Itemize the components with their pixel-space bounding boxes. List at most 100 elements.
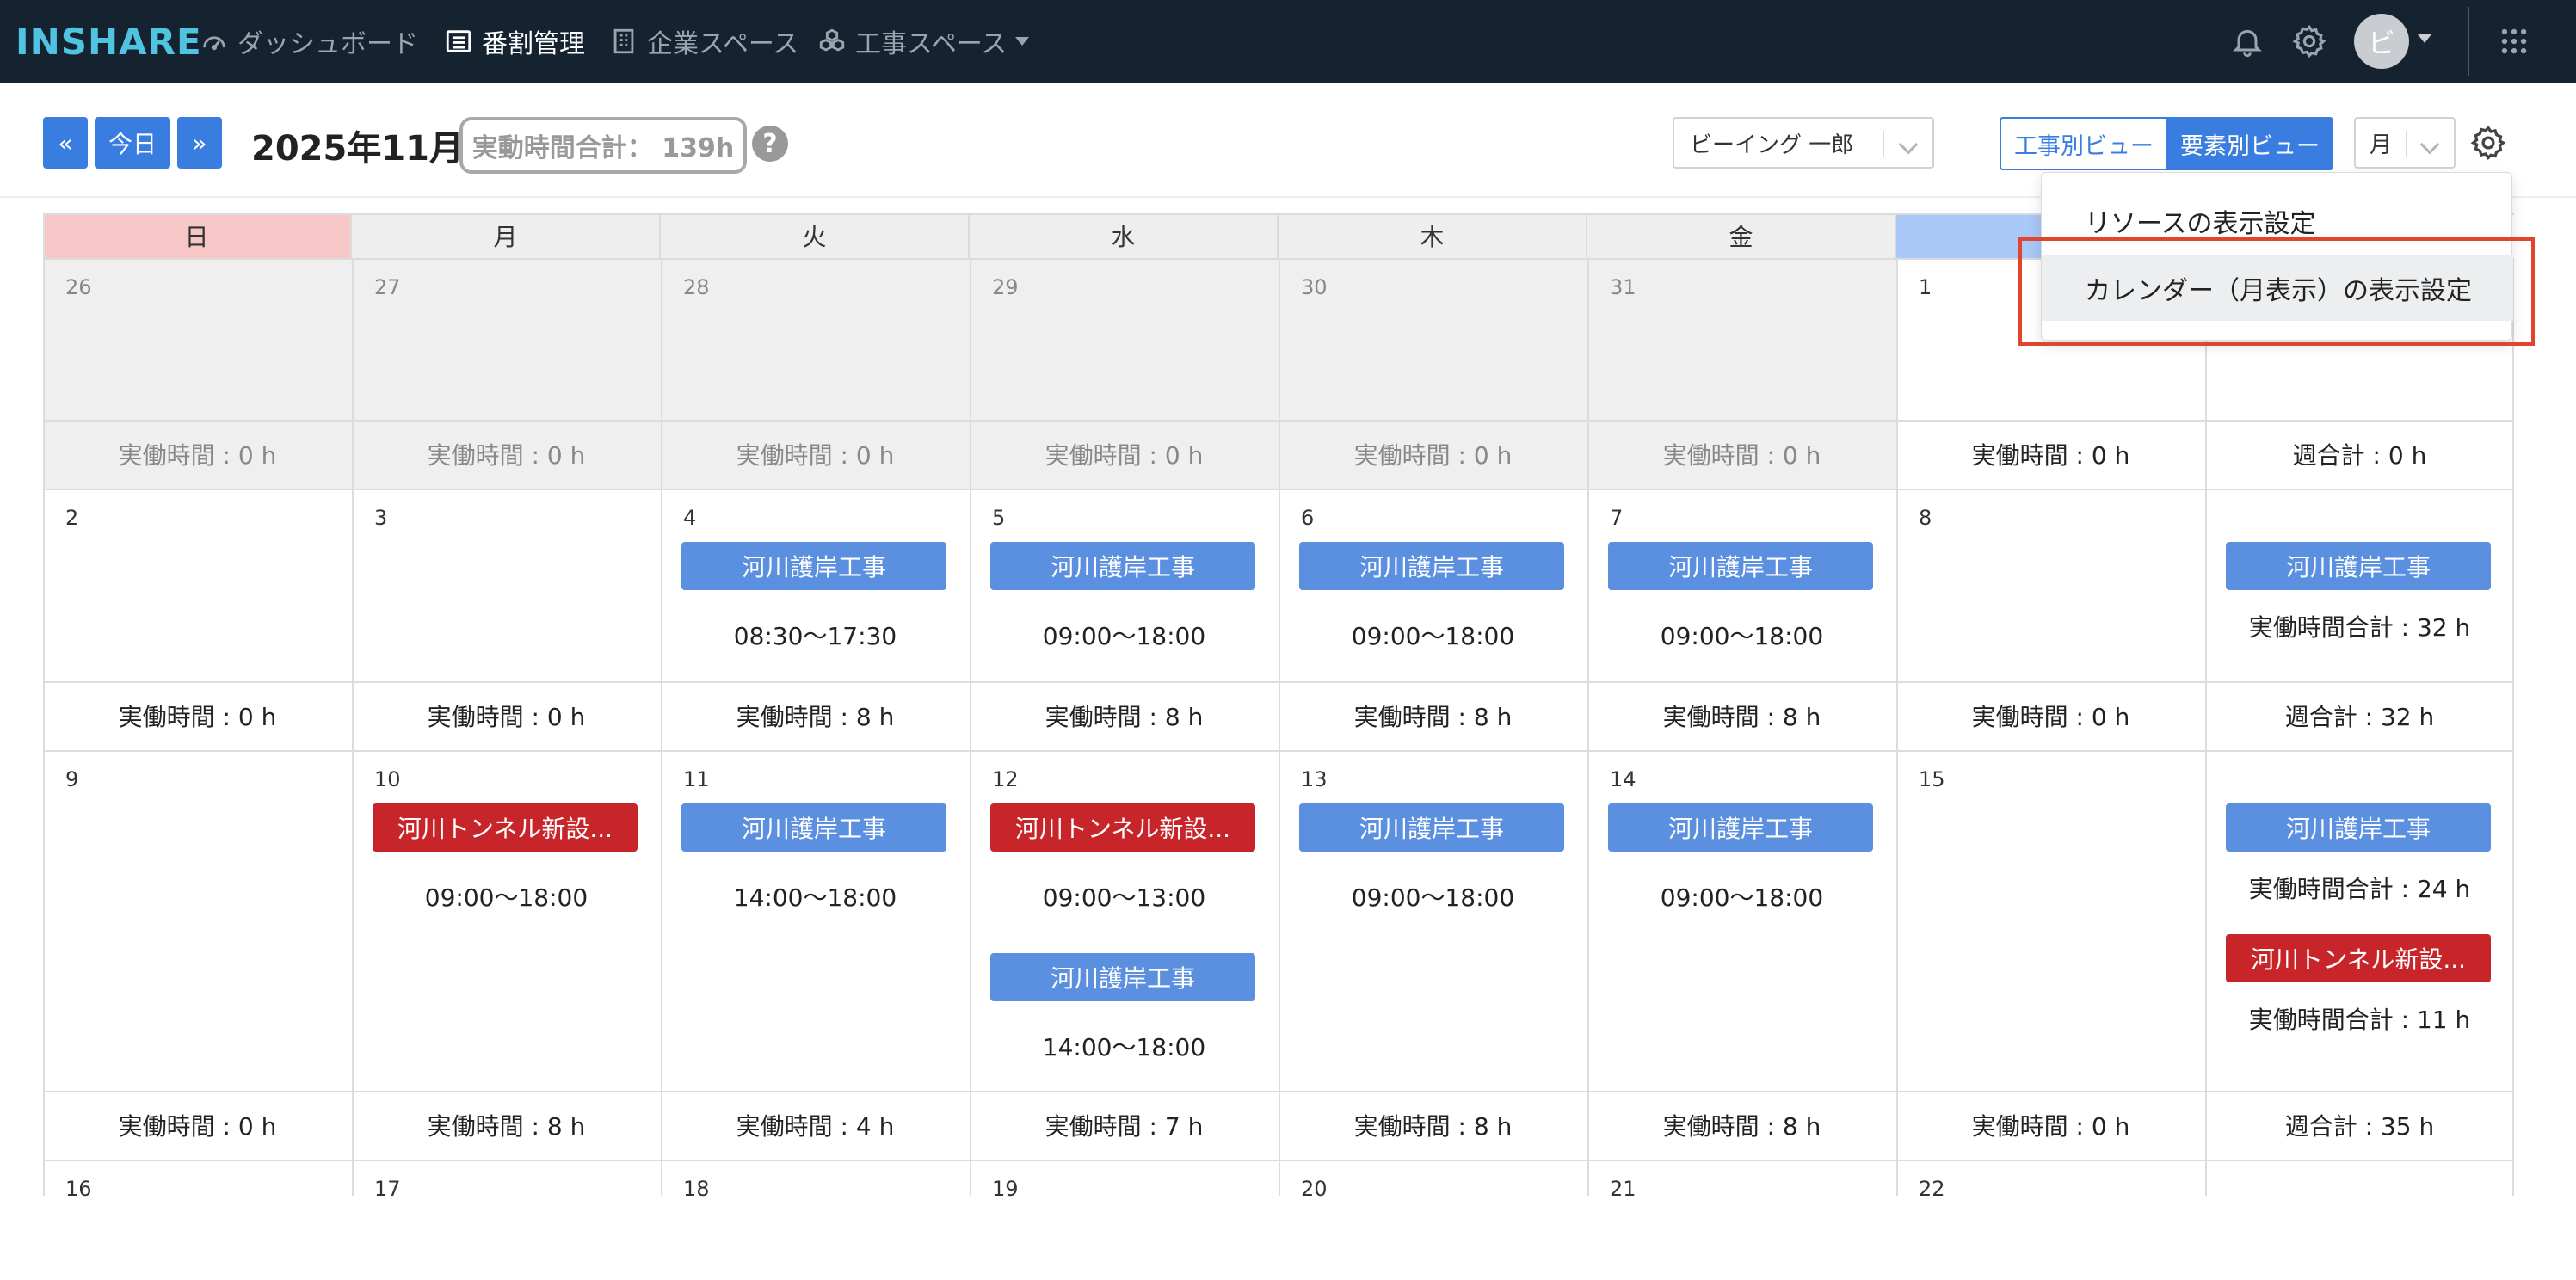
day-cell[interactable]: 10 河川トンネル新設... 09:00〜18:00 [352,750,661,1091]
event-block[interactable]: 河川護岸工事 [1299,803,1564,852]
day-cell[interactable]: 5 河川護岸工事 09:00〜18:00 [970,489,1279,681]
daily-hours-summary: 実働時間 : 0 h [352,420,661,489]
daily-hours-summary: 実働時間 : 7 h [1045,1112,1204,1141]
top-nav: INSHARE ダッシュボード 番割管理 企業スペース 工事スペース ビ [0,0,2576,83]
day-number: 29 [992,275,1019,299]
day-cell[interactable]: 14 河川護岸工事 09:00〜18:00 [1587,750,1896,1091]
prev-month-button[interactable]: « [43,117,88,169]
event-time: 09:00〜18:00 [424,883,589,912]
today-button[interactable]: 今日 [95,117,170,169]
event-block[interactable]: 河川護岸工事 [2226,803,2491,852]
day-cell[interactable]: 2 [43,489,352,681]
grid-line [970,258,971,1196]
week-total-summary: 週合計 : 35 h [2284,1112,2435,1141]
day-cell[interactable]: 19 [970,1160,1279,1280]
event-block[interactable]: 河川護岸工事 [681,803,946,852]
day-cell[interactable]: 17 [352,1160,661,1280]
day-cell[interactable]: 9 [43,750,352,1091]
grid-line [352,258,354,1196]
day-number: 11 [683,767,710,791]
event-block[interactable]: 河川護岸工事 [2226,542,2491,590]
settings-gear-icon[interactable] [2289,21,2330,62]
day-cell[interactable]: 16 [43,1160,352,1280]
daily-hours-summary: 実働時間 : 0 h [1587,420,1896,489]
event-block[interactable]: 河川護岸工事 [681,542,946,590]
event-block[interactable]: 河川トンネル新設... [2226,934,2491,982]
daily-hours-summary: 実働時間 : 0 h [661,420,970,489]
daily-hours-summary: 実働時間 : 0 h [118,1112,277,1141]
day-number: 26 [65,275,92,299]
nav-company-space-label: 企業スペース [647,29,799,59]
daily-hours-summary: 実働時間 : 0 h [43,420,352,489]
day-cell[interactable]: 13 河川護岸工事 09:00〜18:00 [1279,750,1587,1091]
day-cell[interactable]: 11 河川護岸工事 14:00〜18:00 [661,750,970,1091]
chevron-down-icon [1015,37,1030,46]
day-number: 31 [1610,275,1636,299]
day-cell[interactable]: 15 [1896,750,2205,1091]
day-cell[interactable]: 21 [1587,1160,1896,1280]
nav-company-space[interactable]: 企業スペース [609,19,798,64]
daily-hours-summary: 実働時間 : 8 h [1662,1112,1821,1141]
day-number: 10 [374,767,401,791]
weekday-header: 日 [43,213,352,258]
event-block[interactable]: 河川護岸工事 [1299,542,1564,590]
day-number: 7 [1610,506,1624,530]
nav-construction-space[interactable]: 工事スペース [817,19,1030,64]
day-cell[interactable]: 12 河川トンネル新設... 09:00〜13:00 河川護岸工事 14:00〜18:0… [970,750,1279,1091]
grid-line [661,258,662,1196]
nav-dashboard-label: ダッシュボード [237,29,418,59]
nav-dashboard[interactable]: ダッシュボード [200,19,418,64]
day-cell[interactable]: 3 [352,489,661,681]
app-logo[interactable]: INSHARE [15,21,202,63]
event-block[interactable]: 河川護岸工事 [990,953,1255,1001]
day-number: 9 [65,767,79,791]
user-avatar[interactable]: ビ [2354,14,2409,69]
day-number: 4 [683,506,697,530]
event-block[interactable]: 河川トンネル新設... [990,803,1255,852]
event-block[interactable]: 河川トンネル新設... [373,803,638,852]
day-cell[interactable]: 4 河川護岸工事 08:30〜17:30 [661,489,970,681]
avatar-caret-icon[interactable] [2418,34,2431,43]
day-number: 3 [374,506,388,530]
period-select-value: 月 [2370,132,2393,158]
day-cell[interactable]: 28 [661,258,970,420]
day-cell[interactable]: 30 [1279,258,1587,420]
nav-assignment[interactable]: 番割管理 [444,19,585,64]
day-number: 19 [992,1177,1019,1201]
day-cell[interactable]: 29 [970,258,1279,420]
daily-hours-summary: 実働時間 : 8 h [1045,703,1204,731]
day-cell[interactable]: 26 [43,258,352,420]
day-cell[interactable]: 7 河川護岸工事 09:00〜18:00 [1587,489,1896,681]
total-hours-badge: 実動時間合計： 139h [459,117,747,174]
event-time: 14:00〜18:00 [733,883,897,912]
period-select[interactable]: 月 [2354,117,2456,169]
day-cell[interactable]: 27 [352,258,661,420]
person-select[interactable]: ビーイング 一郎 [1673,117,1934,169]
day-cell[interactable]: 18 [661,1160,970,1280]
day-cell[interactable]: 22 [1896,1160,2205,1280]
construction-view-button[interactable]: 工事別ビュー [2000,117,2168,170]
weekday-header: 月 [352,213,661,258]
select-separator [1883,131,1884,157]
bell-icon[interactable] [2227,21,2268,62]
event-block[interactable]: 河川護岸工事 [1608,542,1873,590]
event-time: 09:00〜13:00 [1042,883,1206,912]
next-month-button[interactable]: » [177,117,222,169]
element-view-button[interactable]: 要素別ビュー [2166,117,2333,170]
event-block[interactable]: 河川護岸工事 [990,542,1255,590]
calendar-settings-gear-icon[interactable] [2468,122,2509,163]
event-time: 14:00〜18:00 [1042,1033,1206,1062]
grid-line [43,213,45,1196]
daily-hours-summary: 実働時間 : 0 h [1971,703,2130,731]
day-cell[interactable]: 6 河川護岸工事 09:00〜18:00 [1279,489,1587,681]
event-time: 09:00〜18:00 [1351,622,1515,650]
grid-line [2205,258,2207,1196]
day-cell[interactable]: 20 [1279,1160,1587,1280]
day-number: 17 [374,1177,401,1201]
day-cell[interactable]: 31 [1587,258,1896,420]
day-cell[interactable]: 8 [1896,489,2205,681]
event-block[interactable]: 河川護岸工事 [1608,803,1873,852]
day-number: 6 [1301,506,1315,530]
help-icon[interactable]: ? [752,126,788,162]
apps-grid-icon[interactable] [2493,21,2535,62]
